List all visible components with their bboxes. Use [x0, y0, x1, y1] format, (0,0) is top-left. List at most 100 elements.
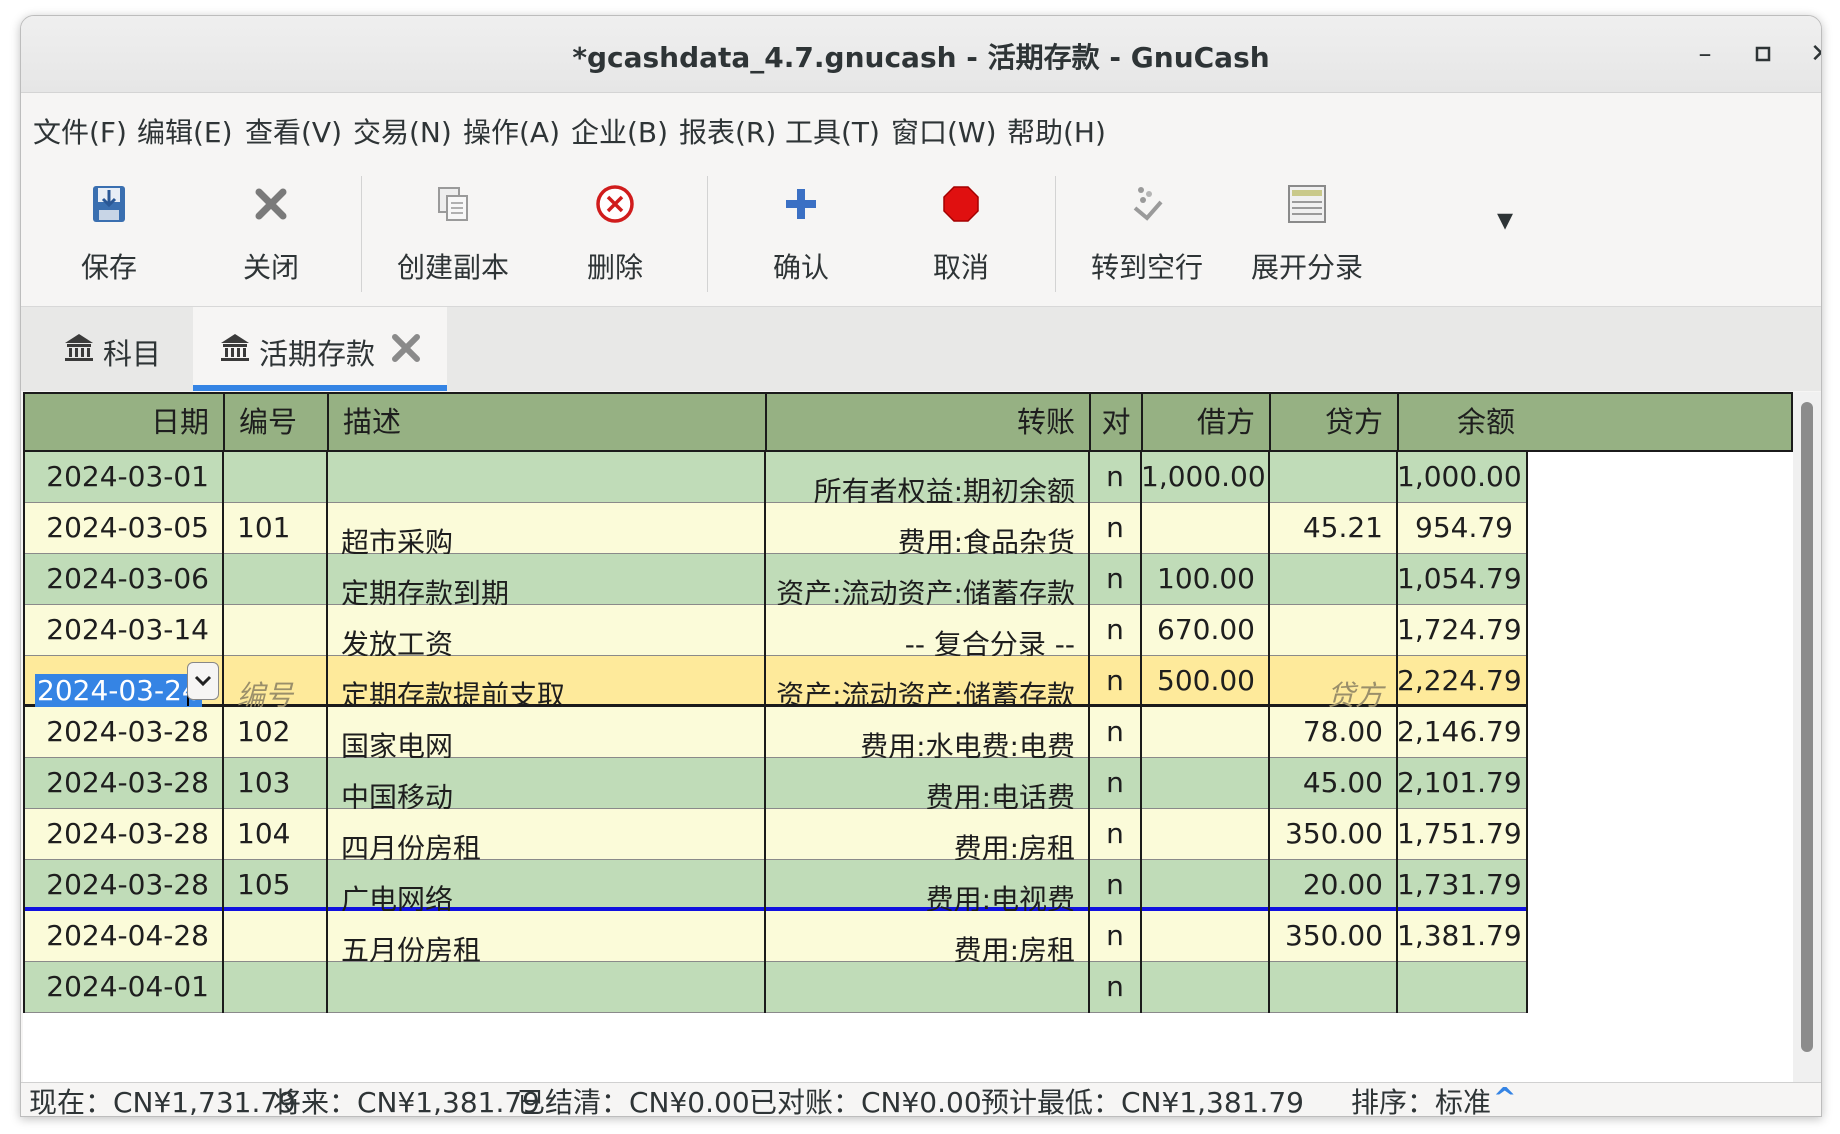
cell-r[interactable]: n: [1089, 911, 1141, 962]
cancel-button[interactable]: 取消: [871, 162, 1051, 306]
cell-transfer[interactable]: 资产:流动资产:储蓄存款: [765, 656, 1089, 707]
minimize-button[interactable]: –: [1685, 36, 1725, 72]
selected-transaction-row[interactable]: 2024-03-24 编号 定期存款提前支取 资产:流动资产:储蓄存款 n 500.00 贷…: [23, 656, 1527, 707]
duplicate-button[interactable]: 创建副本: [363, 162, 543, 306]
cell-credit[interactable]: 20.00: [1269, 860, 1397, 911]
cell-desc[interactable]: [327, 962, 765, 1013]
header-credit[interactable]: 贷方: [1271, 394, 1399, 450]
cell-date[interactable]: 2024-03-01: [23, 452, 223, 503]
cell-r[interactable]: n: [1089, 707, 1141, 758]
cell-debit[interactable]: [1141, 962, 1269, 1013]
cell-r[interactable]: n: [1089, 809, 1141, 860]
transaction-row[interactable]: 2024-03-01 所有者权益:期初余额 n 1,000.00 1,000.00: [23, 452, 1527, 503]
cell-debit[interactable]: 670.00: [1141, 605, 1269, 656]
cell-num[interactable]: 103: [223, 758, 327, 809]
cell-desc[interactable]: 五月份房租: [327, 911, 765, 962]
transaction-row[interactable]: 2024-04-01 n: [23, 962, 1527, 1013]
cell-date[interactable]: 2024-03-28: [23, 758, 223, 809]
cell-transfer[interactable]: 所有者权益:期初余额: [765, 452, 1089, 503]
maximize-button[interactable]: [1743, 36, 1783, 72]
cell-transfer[interactable]: -- 复合分录 --: [765, 605, 1089, 656]
sort-indicator[interactable]: 排序：标准: [1351, 1081, 1491, 1116]
menu-business[interactable]: 企业(B): [571, 111, 668, 151]
cell-num[interactable]: [223, 554, 327, 605]
scrollbar-thumb[interactable]: [1801, 402, 1813, 1052]
cell-credit[interactable]: [1269, 962, 1397, 1013]
register-scrollbar[interactable]: [1793, 392, 1821, 1082]
header-date[interactable]: 日期: [25, 394, 225, 450]
close-button[interactable]: 关闭: [181, 162, 361, 306]
cell-balance[interactable]: 1,751.79: [1397, 809, 1527, 860]
cell-balance[interactable]: 1,724.79: [1397, 605, 1527, 656]
cell-desc[interactable]: 定期存款提前支取: [327, 656, 765, 707]
transaction-row[interactable]: 2024-03-28 103 中国移动 费用:电话费 n 45.00 2,101.79: [23, 758, 1527, 809]
cell-date[interactable]: 2024-03-05: [23, 503, 223, 554]
cell-num[interactable]: 105: [223, 860, 327, 911]
cell-date[interactable]: 2024-03-14: [23, 605, 223, 656]
title-bar[interactable]: *gcashdata_4.7.gnucash - 活期存款 - GnuCash …: [21, 16, 1821, 93]
save-button[interactable]: 保存: [21, 162, 199, 306]
header-num[interactable]: 编号: [225, 394, 329, 450]
cell-date[interactable]: 2024-04-28: [23, 911, 223, 962]
cell-num[interactable]: [223, 452, 327, 503]
cell-date[interactable]: 2024-03-24: [23, 656, 223, 707]
transaction-row[interactable]: 2024-03-28 105 广电网络 费用:电视费 n 20.00 1,731.79: [23, 860, 1527, 911]
menu-tools[interactable]: 工具(T): [785, 111, 880, 151]
cell-num[interactable]: [223, 911, 327, 962]
header-balance[interactable]: 余额: [1399, 394, 1529, 450]
cell-num[interactable]: 101: [223, 503, 327, 554]
cell-credit[interactable]: [1269, 554, 1397, 605]
transaction-row[interactable]: 2024-03-14 发放工资 -- 复合分录 -- n 670.00 1,724.79: [23, 605, 1527, 656]
date-input[interactable]: 2024-03-24: [35, 674, 202, 707]
cell-date[interactable]: 2024-03-28: [23, 809, 223, 860]
cell-transfer[interactable]: 费用:电话费: [765, 758, 1089, 809]
close-window-button[interactable]: ✕: [1801, 36, 1821, 72]
cell-debit[interactable]: [1141, 503, 1269, 554]
cell-transfer[interactable]: [765, 962, 1089, 1013]
cell-debit[interactable]: 500.00: [1141, 656, 1269, 707]
cell-r[interactable]: n: [1089, 605, 1141, 656]
cell-transfer[interactable]: 费用:电视费: [765, 860, 1089, 911]
enter-button[interactable]: 确认: [711, 162, 891, 306]
cell-desc[interactable]: [327, 452, 765, 503]
header-description[interactable]: 描述: [329, 394, 767, 450]
menu-view[interactable]: 查看(V): [245, 111, 342, 151]
transaction-row[interactable]: 2024-04-28 五月份房租 费用:房租 n 350.00 1,381.79: [23, 911, 1527, 962]
cell-date[interactable]: 2024-04-01: [23, 962, 223, 1013]
cell-balance[interactable]: 1,054.79: [1397, 554, 1527, 605]
cell-desc[interactable]: 定期存款到期: [327, 554, 765, 605]
cell-transfer[interactable]: 费用:水电费:电费: [765, 707, 1089, 758]
cell-balance[interactable]: 2,146.79: [1397, 707, 1527, 758]
blank-transaction-button[interactable]: 转到空行: [1057, 162, 1237, 306]
cell-balance[interactable]: 1,000.00: [1397, 452, 1527, 503]
cell-debit[interactable]: 1,000.00: [1141, 452, 1269, 503]
cell-debit[interactable]: [1141, 758, 1269, 809]
toolbar-overflow-button[interactable]: ▾: [1497, 200, 1513, 238]
cell-credit[interactable]: 45.21: [1269, 503, 1397, 554]
cell-r[interactable]: n: [1089, 962, 1141, 1013]
cell-credit[interactable]: 78.00: [1269, 707, 1397, 758]
menu-help[interactable]: 帮助(H): [1007, 111, 1106, 151]
menu-reports[interactable]: 报表(R): [679, 111, 776, 151]
cell-r[interactable]: n: [1089, 656, 1141, 707]
cell-num[interactable]: 102: [223, 707, 327, 758]
header-reconcile[interactable]: 对: [1091, 394, 1143, 450]
cell-date[interactable]: 2024-03-06: [23, 554, 223, 605]
cell-desc[interactable]: 四月份房租: [327, 809, 765, 860]
delete-button[interactable]: 删除: [525, 162, 705, 306]
cell-r[interactable]: n: [1089, 503, 1141, 554]
menu-file[interactable]: 文件(F): [33, 111, 127, 151]
cell-num[interactable]: 104: [223, 809, 327, 860]
cell-num[interactable]: [223, 962, 327, 1013]
tab-accounts[interactable]: 科目: [21, 307, 191, 391]
cell-credit[interactable]: [1269, 452, 1397, 503]
cell-r[interactable]: n: [1089, 554, 1141, 605]
cell-transfer[interactable]: 资产:流动资产:储蓄存款: [765, 554, 1089, 605]
close-tab-icon[interactable]: [389, 331, 423, 365]
cell-desc[interactable]: 中国移动: [327, 758, 765, 809]
cell-credit[interactable]: 45.00: [1269, 758, 1397, 809]
cell-transfer[interactable]: 费用:房租: [765, 809, 1089, 860]
cell-desc[interactable]: 广电网络: [327, 860, 765, 911]
cell-date[interactable]: 2024-03-28: [23, 707, 223, 758]
cell-r[interactable]: n: [1089, 452, 1141, 503]
